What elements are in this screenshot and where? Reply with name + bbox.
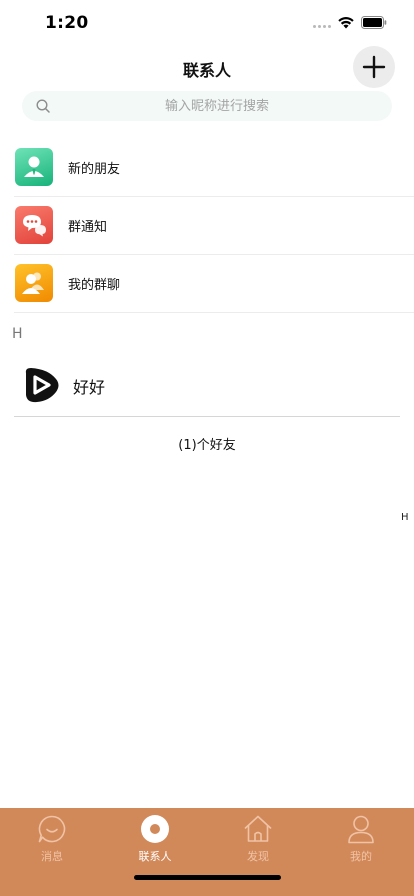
contacts-record-icon	[141, 815, 169, 843]
status-bar: 1:20	[0, 0, 414, 46]
menu-item-my-groups[interactable]: 我的群聊	[0, 255, 414, 313]
tab-label: 我的	[350, 850, 372, 863]
tab-discover[interactable]: 发现	[223, 812, 293, 864]
index-bar-letter[interactable]: H	[401, 512, 409, 523]
person-icon	[348, 815, 374, 844]
search-bar	[22, 91, 392, 121]
contact-row[interactable]: 好好	[0, 354, 414, 416]
section-header-letter: H	[12, 326, 23, 342]
chat-bubble-icon	[38, 815, 66, 843]
menu-item-label: 我的群聊	[68, 278, 121, 293]
cellular-signal-icon	[313, 25, 333, 29]
contact-name: 好好	[73, 378, 106, 397]
group-chat-icon	[15, 264, 53, 302]
tab-label: 消息	[41, 850, 63, 863]
search-icon	[36, 99, 50, 113]
tab-label: 联系人	[138, 850, 172, 863]
search-input[interactable]	[62, 91, 372, 121]
home-indicator	[134, 875, 281, 880]
status-time: 1:20	[45, 13, 89, 33]
tab-messages[interactable]: 消息	[17, 812, 87, 864]
divider	[14, 312, 414, 313]
friend-count: (1)个好友	[178, 438, 236, 453]
add-button[interactable]	[353, 46, 395, 88]
battery-icon	[361, 16, 387, 29]
plus-icon	[362, 55, 386, 79]
tab-label: 发现	[247, 850, 269, 863]
menu-item-label: 群通知	[68, 220, 108, 235]
page-title: 联系人	[182, 61, 231, 80]
group-notice-icon	[15, 206, 53, 244]
home-icon	[244, 815, 272, 842]
tab-me[interactable]: 我的	[326, 812, 396, 864]
tab-bar: 消息 联系人 发现 我的	[0, 808, 414, 896]
divider	[14, 416, 400, 417]
wifi-icon	[338, 17, 354, 29]
menu-item-label: 新的朋友	[68, 162, 121, 177]
menu-item-new-friends[interactable]: 新的朋友	[0, 139, 414, 197]
tab-contacts[interactable]: 联系人	[120, 812, 190, 864]
play-logo-avatar	[25, 368, 59, 403]
new-friend-icon	[15, 148, 53, 186]
menu-item-group-notice[interactable]: 群通知	[0, 197, 414, 255]
